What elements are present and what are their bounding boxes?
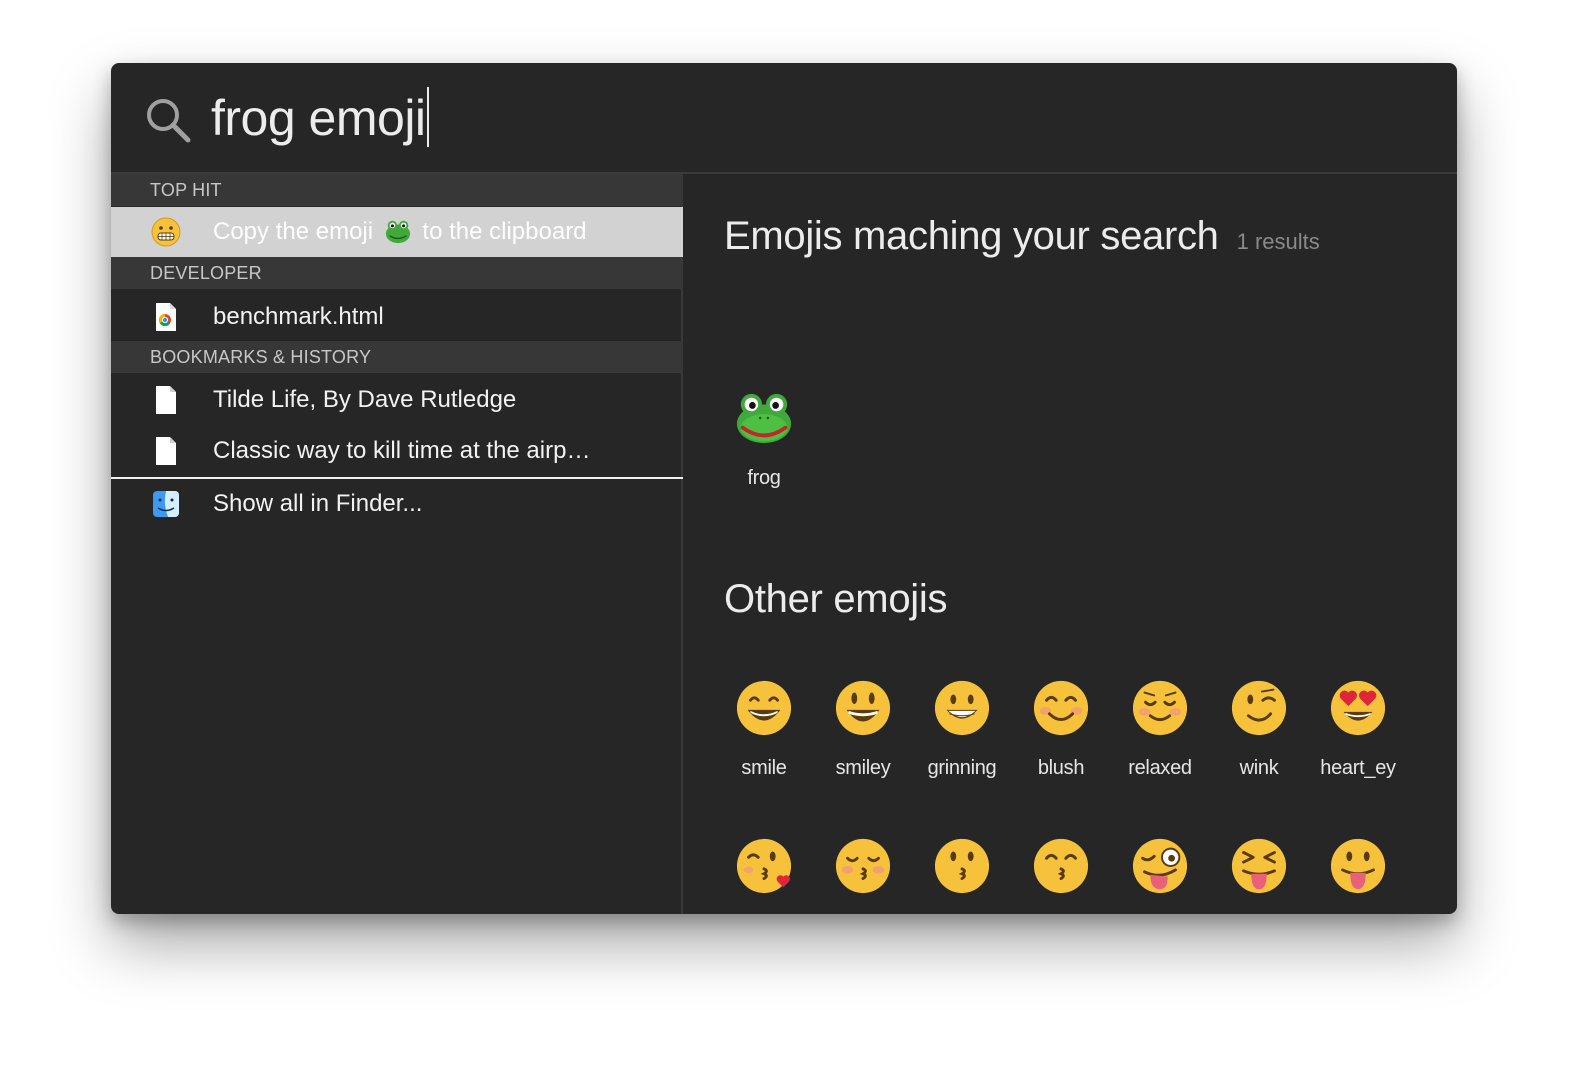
results-list: TOP HIT Copy the emoji to the clipboard … (111, 174, 683, 914)
heart-eyes-emoji-icon (1330, 680, 1386, 736)
emoji-caption: frog (747, 467, 781, 489)
benchmark-html-label: benchmark.html (213, 303, 384, 330)
emoji-tile-smile[interactable]: smile (719, 679, 809, 809)
emoji-tile-stuck-out-tongue-winking-eye[interactable]: stuck_ou (1115, 837, 1205, 914)
search-input[interactable]: frog emoji (211, 87, 429, 147)
emoji-caption: relaxed (1128, 757, 1192, 779)
section-header-developer: DEVELOPER (111, 257, 683, 289)
result-top-hit[interactable]: Copy the emoji to the clipboard (111, 207, 683, 257)
emoji-tile-kissing-smiling-eyes[interactable]: kissing_s (1016, 837, 1106, 914)
bookmark-2-label: Classic way to kill time at the airp… (213, 437, 591, 464)
emoji-tile-stuck-out-tongue-closed-eyes[interactable]: stuck_ou (1214, 837, 1304, 914)
wink-emoji-icon (1231, 680, 1287, 736)
grinning-emoji-icon (934, 680, 990, 736)
emoji-tile-kissing-closed-eyes[interactable]: kissing_c (818, 837, 908, 914)
emoji-caption: wink (1239, 757, 1279, 779)
top-hit-label: Copy the emoji to the clipboard (213, 207, 587, 257)
result-benchmark-html[interactable]: benchmark.html (111, 292, 683, 342)
section-header-top-hit: TOP HIT (111, 174, 683, 206)
result-bookmark-1[interactable]: Tilde Life, By Dave Rutledge (111, 375, 683, 425)
section-header-bookmarks: BOOKMARKS & HISTORY (111, 341, 683, 373)
smiley-emoji-icon (835, 680, 891, 736)
document-icon (156, 386, 176, 414)
emoji-caption: smiley (835, 757, 891, 779)
other-heading: Other emojis (724, 577, 948, 621)
stuck-out-tongue-emoji-icon (1330, 838, 1386, 894)
kissing-smiling-eyes-emoji-icon (1033, 838, 1089, 894)
emoji-tile-wink[interactable]: wink (1214, 679, 1304, 809)
kissing-heart-emoji-icon (736, 838, 792, 894)
match-heading: Emojis maching your search 1 results (724, 214, 1320, 259)
emoji-caption: smile (741, 757, 787, 779)
relaxed-emoji-icon (1132, 680, 1188, 736)
search-query: frog emoji (211, 90, 426, 146)
top-hit-label-after: to the clipboard (422, 218, 587, 245)
bookmark-1-label: Tilde Life, By Dave Rutledge (213, 386, 517, 413)
text-caret (426, 87, 429, 147)
show-all-label: Show all in Finder... (213, 490, 423, 517)
emoji-tile-stuck-out-tongue[interactable]: stuck_ou (1313, 837, 1403, 914)
result-bookmark-2[interactable]: Classic way to kill time at the airp… (111, 426, 683, 476)
show-all-in-finder[interactable]: Show all in Finder... (111, 479, 683, 529)
kissing-closed-eyes-emoji-icon (835, 838, 891, 894)
emoji-tile-blush[interactable]: blush (1016, 679, 1106, 809)
match-heading-text: Emojis maching your search (724, 214, 1219, 258)
emoji-caption: grinning (927, 757, 997, 779)
emoji-tile-grinning[interactable]: grinning (917, 679, 1007, 809)
emoji-caption: heart_ey (1320, 757, 1396, 779)
preview-pane: Emojis maching your search 1 results frog… (683, 174, 1457, 914)
stuck-out-tongue-closed-eyes-emoji-icon (1231, 838, 1287, 894)
frog-emoji-icon (736, 393, 792, 444)
search-icon (147, 99, 191, 143)
emoji-tile-relaxed[interactable]: relaxed (1115, 679, 1205, 809)
emoji-tile-heart-eyes[interactable]: heart_ey (1313, 679, 1403, 809)
match-count: 1 results (1236, 229, 1320, 254)
top-hit-label-before: Copy the emoji (213, 218, 374, 245)
emoji-caption: blush (1037, 757, 1085, 779)
kissing-emoji-icon (934, 838, 990, 894)
emoji-tile-kissing[interactable]: kissing (917, 837, 1007, 914)
chrome-html-file-icon (156, 303, 176, 331)
document-icon (156, 437, 176, 465)
emoji-tile-kissing-heart[interactable]: kissing_l (719, 837, 809, 914)
spotlight-window: frog emoji TOP HIT Copy the emoji to the… (111, 63, 1457, 914)
frog-emoji-icon (385, 220, 410, 244)
grimacing-emoji-icon (151, 217, 181, 247)
emoji-tile-smiley[interactable]: smiley (818, 679, 908, 809)
blush-emoji-icon (1033, 680, 1089, 736)
emoji-tile-frog[interactable]: frog (719, 389, 809, 519)
smile-emoji-icon (736, 680, 792, 736)
search-bar[interactable]: frog emoji (111, 63, 1457, 174)
finder-icon (153, 491, 179, 517)
stuck-out-tongue-winking-eye-emoji-icon (1132, 838, 1188, 894)
